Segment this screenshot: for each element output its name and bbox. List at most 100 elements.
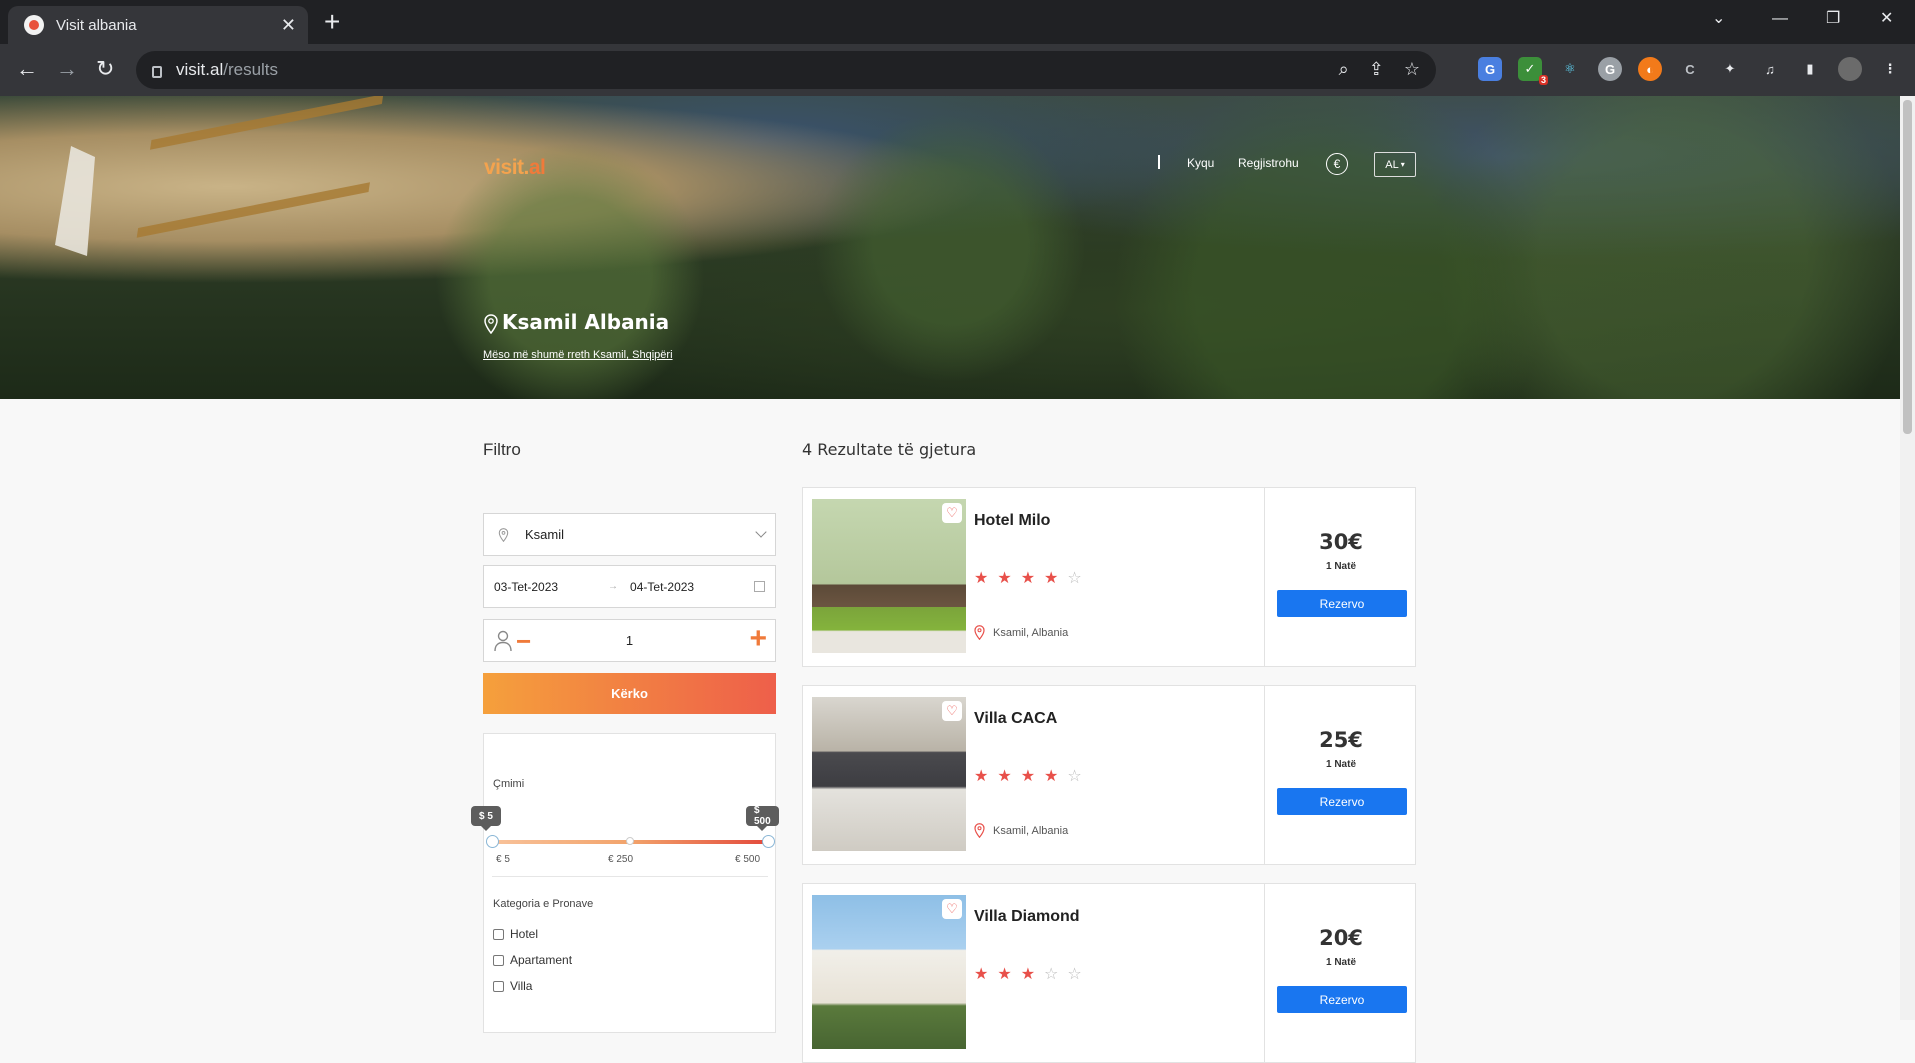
url-host: visit.al xyxy=(176,60,224,79)
star-filled-icon: ★ xyxy=(974,570,989,587)
hotel-location: Ksamil, Albania xyxy=(974,625,1068,640)
site-favicon-icon xyxy=(24,15,44,35)
currency-button[interactable]: € xyxy=(1326,153,1348,175)
bookmark-star-icon[interactable]: ☆ xyxy=(1404,59,1420,80)
extension-badge-icon[interactable]: ✓ 3 xyxy=(1518,57,1548,85)
search-button[interactable]: Kërko xyxy=(483,673,776,714)
tab-search-chevron-icon[interactable]: ⌄ xyxy=(1712,6,1725,32)
category-filter-title: Kategoria e Pronave xyxy=(493,898,594,910)
favorite-heart-icon[interactable]: ♡ xyxy=(942,899,962,919)
result-card[interactable]: ♡ Villa Diamond ★ ★ ★ ☆ ☆ 20€ 1 Natë Rezervo xyxy=(802,883,1416,1063)
register-link[interactable]: Regjistrohu xyxy=(1238,156,1299,170)
check-out-date[interactable]: 04-Tet-2023 xyxy=(630,580,694,594)
guest-count[interactable]: 1 xyxy=(484,633,775,648)
location-pin-icon xyxy=(974,823,985,838)
star-empty-icon: ☆ xyxy=(1067,966,1082,983)
filter-panel: Çmimi $ 5 $ 500 € 5 € 250 € 500 Kategori… xyxy=(471,733,779,1033)
extensions-puzzle-icon[interactable]: ✦ xyxy=(1718,57,1742,81)
language-select[interactable]: AL ▾ xyxy=(1374,152,1416,177)
minimize-icon[interactable]: — xyxy=(1772,6,1788,32)
profile-avatar[interactable] xyxy=(1838,57,1862,81)
book-button[interactable]: Rezervo xyxy=(1277,986,1407,1013)
hotel-name[interactable]: Villa Diamond xyxy=(974,908,1080,926)
site-logo[interactable]: visit.al xyxy=(484,156,546,180)
translate-extension-icon[interactable]: G xyxy=(1478,57,1502,81)
category-hotel-checkbox[interactable]: Hotel xyxy=(493,927,538,941)
new-tab-icon[interactable]: + xyxy=(324,6,340,38)
category-label: Apartament xyxy=(510,953,573,967)
hotel-photo[interactable]: ♡ xyxy=(812,895,966,1049)
price-min-handle[interactable] xyxy=(486,835,499,848)
calendar-icon xyxy=(754,581,765,592)
page-scrollbar[interactable] xyxy=(1900,96,1915,1020)
category-label: Hotel xyxy=(510,927,539,941)
result-card[interactable]: ♡ Hotel Milo ★ ★ ★ ★ ☆ Ksamil, Albania 30€ 1… xyxy=(802,487,1416,667)
reload-icon[interactable]: ↻ xyxy=(96,56,114,82)
logo-accent: al xyxy=(528,156,546,179)
price-max-bubble: $ 500 xyxy=(746,805,779,831)
result-card[interactable]: ♡ Villa CACA ★ ★ ★ ★ ☆ Ksamil, Albania 25€ 1… xyxy=(802,685,1416,865)
price-max-handle[interactable] xyxy=(762,835,775,848)
chevron-down-icon xyxy=(755,526,767,538)
browser-menu-icon[interactable]: ⋮ xyxy=(1878,57,1902,81)
star-filled-icon: ★ xyxy=(1020,966,1036,983)
checkbox[interactable] xyxy=(493,954,504,966)
code-extension-icon[interactable]: C xyxy=(1678,57,1702,81)
book-button[interactable]: Rezervo xyxy=(1277,788,1407,815)
star-filled-icon: ★ xyxy=(997,768,1012,785)
login-link[interactable]: Kyqu xyxy=(1187,156,1214,170)
checkbox[interactable] xyxy=(493,980,504,992)
address-bar[interactable]: visit.al/results ⌕ ⇪ ☆ xyxy=(136,51,1436,89)
star-empty-icon: ☆ xyxy=(1067,768,1082,785)
checkbox[interactable] xyxy=(493,928,504,940)
hotel-price: 25€ xyxy=(1319,728,1363,752)
browser-tab[interactable]: Visit albania ✕ xyxy=(8,6,308,44)
book-button[interactable]: Rezervo xyxy=(1277,590,1407,617)
side-panel-icon[interactable]: ▮ xyxy=(1798,57,1822,81)
card-divider xyxy=(1264,884,1265,1062)
check-in-date[interactable]: 03-Tet-2023 xyxy=(494,580,558,594)
restore-icon[interactable]: ❐ xyxy=(1826,6,1840,32)
media-control-icon[interactable]: ♫ xyxy=(1758,57,1782,81)
hero-banner: visit.al Kyqu Regjistrohu € AL ▾ Ksamil A… xyxy=(0,96,1900,399)
hotel-name[interactable]: Hotel Milo xyxy=(974,512,1050,530)
star-filled-icon: ★ xyxy=(997,966,1012,983)
hotel-location-text: Ksamil, Albania xyxy=(993,824,1069,837)
extension-badge-count: 3 xyxy=(1538,75,1548,85)
grammarly-icon[interactable]: G xyxy=(1598,57,1622,81)
logo-text: visit. xyxy=(484,156,529,179)
close-window-icon[interactable]: ✕ xyxy=(1880,6,1893,32)
star-filled-icon: ★ xyxy=(1020,768,1036,785)
hotel-name[interactable]: Villa CACA xyxy=(974,710,1057,728)
react-devtools-icon[interactable]: ⚛ xyxy=(1558,57,1582,81)
close-tab-icon[interactable]: ✕ xyxy=(281,15,296,36)
back-icon[interactable]: ← xyxy=(16,56,38,82)
forward-icon[interactable]: → xyxy=(56,56,78,82)
hotel-price: 20€ xyxy=(1319,926,1363,950)
hotel-photo[interactable]: ♡ xyxy=(812,697,966,851)
location-pin-icon xyxy=(498,527,509,542)
scrollbar-thumb[interactable] xyxy=(1903,100,1912,434)
zoom-icon[interactable]: ⌕ xyxy=(1339,59,1349,80)
date-range-picker[interactable]: 03-Tet-2023 → 04-Tet-2023 xyxy=(483,565,776,608)
category-villa-checkbox[interactable]: Villa xyxy=(493,979,532,993)
category-label: Villa xyxy=(510,979,533,993)
orange-extension-icon[interactable]: ◐ xyxy=(1638,57,1662,81)
filter-divider xyxy=(492,876,768,877)
card-divider xyxy=(1264,686,1265,864)
share-icon[interactable]: ⇪ xyxy=(1369,59,1384,80)
results-count-title: 4 Rezultate të gjetura xyxy=(802,440,977,459)
location-value: Ksamil xyxy=(525,527,565,542)
lock-icon xyxy=(152,66,162,78)
hotel-photo[interactable]: ♡ xyxy=(812,499,966,653)
learn-more-link[interactable]: Mëso më shumë rreth Ksamil, Shqipëri xyxy=(483,349,673,361)
star-rating: ★ ★ ★ ★ ☆ xyxy=(974,766,1082,786)
favorite-heart-icon[interactable]: ♡ xyxy=(942,503,962,523)
favorite-heart-icon[interactable]: ♡ xyxy=(942,701,962,721)
price-tick: € 500 xyxy=(735,854,761,865)
location-select[interactable]: Ksamil xyxy=(483,513,776,556)
category-apartment-checkbox[interactable]: Apartament xyxy=(493,953,572,967)
tab-title: Visit albania xyxy=(56,16,137,34)
increase-guests-button[interactable]: + xyxy=(749,622,767,656)
star-filled-icon: ★ xyxy=(1044,570,1059,587)
